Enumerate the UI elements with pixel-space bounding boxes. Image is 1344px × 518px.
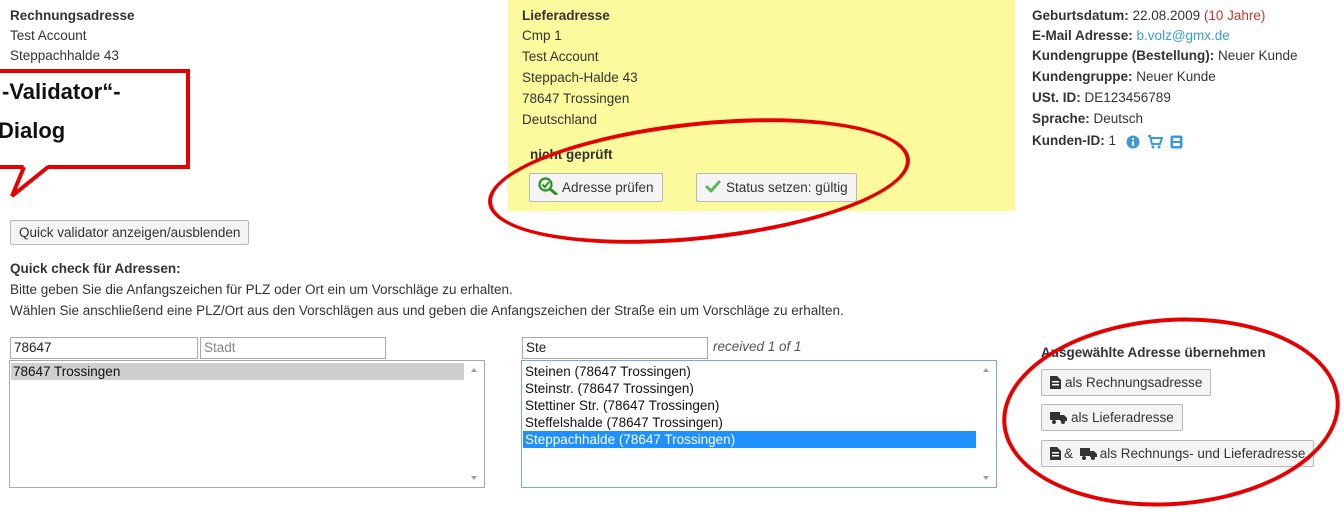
quick-check-hint-2: Wählen Sie anschließend eine PLZ/Ort aus… <box>10 303 844 318</box>
email-link[interactable]: b.volz@gmx.de <box>1133 28 1230 43</box>
birthdate-row: Geburtsdatum: 22.08.2009 (10 Jahre) <box>1032 8 1266 23</box>
vat-id-row: USt. ID: DE123456789 <box>1032 90 1171 105</box>
street-option-selected[interactable]: Steppachhalde (78647 Trossingen) <box>523 431 976 448</box>
shipping-line-3: Steppach-Halde 43 <box>522 70 638 85</box>
scroll-up-arrow-icon[interactable] <box>471 368 477 372</box>
city-input[interactable]: Stadt <box>200 337 386 359</box>
received-count: received 1 of 1 <box>713 339 802 354</box>
customer-id-row: Kunden-ID: 1 <box>1032 133 1116 148</box>
shipping-heading: Lieferadresse <box>522 8 610 23</box>
billing-line-1: Test Account <box>10 28 87 43</box>
annotation-text-2: Dialog <box>0 118 66 143</box>
billing-heading: Rechnungsadresse <box>10 8 135 23</box>
street-option[interactable]: Stettiner Str. (78647 Trossingen) <box>523 397 976 414</box>
shipping-line-2: Test Account <box>522 49 599 64</box>
annotation-pointer <box>10 165 50 198</box>
plz-suggestion-list[interactable]: 78647 Trossingen <box>9 360 485 488</box>
street-input[interactable]: Ste <box>522 337 708 359</box>
customer-group-row: Kundengruppe: Neuer Kunde <box>1032 69 1216 84</box>
plz-list-scrollbar[interactable] <box>466 362 483 486</box>
plz-input[interactable]: 78647 <box>10 337 198 359</box>
street-option[interactable]: Steinstr. (78647 Trossingen) <box>523 380 976 397</box>
shipping-line-1: Cmp 1 <box>522 28 562 43</box>
cart-icon[interactable] <box>1147 135 1163 149</box>
toggle-quick-validator-button[interactable]: Quick validator anzeigen/ausblenden <box>10 220 250 245</box>
quick-check-title: Quick check für Adressen: <box>10 261 181 276</box>
customer-group-order-row: Kundengruppe (Bestellung): Neuer Kunde <box>1032 48 1298 63</box>
street-option[interactable]: Steffelshalde (78647 Trossingen) <box>523 414 976 431</box>
street-suggestion-list[interactable]: Steinen (78647 Trossingen) Steinstr. (78… <box>521 360 997 488</box>
shipping-line-4: 78647 Trossingen <box>522 91 630 106</box>
street-list-scrollbar[interactable] <box>978 362 995 486</box>
quick-check-hint-1: Bitte geben Sie die Anfangszeichen für P… <box>10 282 513 297</box>
language-row: Sprache: Deutsch <box>1032 111 1144 126</box>
scroll-down-arrow-icon[interactable] <box>471 476 477 480</box>
shipping-line-5: Deutschland <box>522 112 598 127</box>
street-option[interactable]: Steinen (78647 Trossingen) <box>523 363 976 380</box>
age-value: (10 Jahre) <box>1203 8 1266 23</box>
plz-option[interactable]: 78647 Trossingen <box>11 363 464 380</box>
annotation-ellipse-apply <box>995 306 1344 518</box>
scroll-down-arrow-icon[interactable] <box>983 476 989 480</box>
info-icon[interactable] <box>1126 135 1140 149</box>
billing-line-2: Steppachhalde 43 <box>10 48 119 63</box>
annotation-text-1: -Validator“- <box>2 79 121 104</box>
email-row: E-Mail Adresse: b.volz@gmx.de <box>1032 28 1230 43</box>
order-list-icon[interactable] <box>1170 135 1183 149</box>
scroll-up-arrow-icon[interactable] <box>983 368 989 372</box>
